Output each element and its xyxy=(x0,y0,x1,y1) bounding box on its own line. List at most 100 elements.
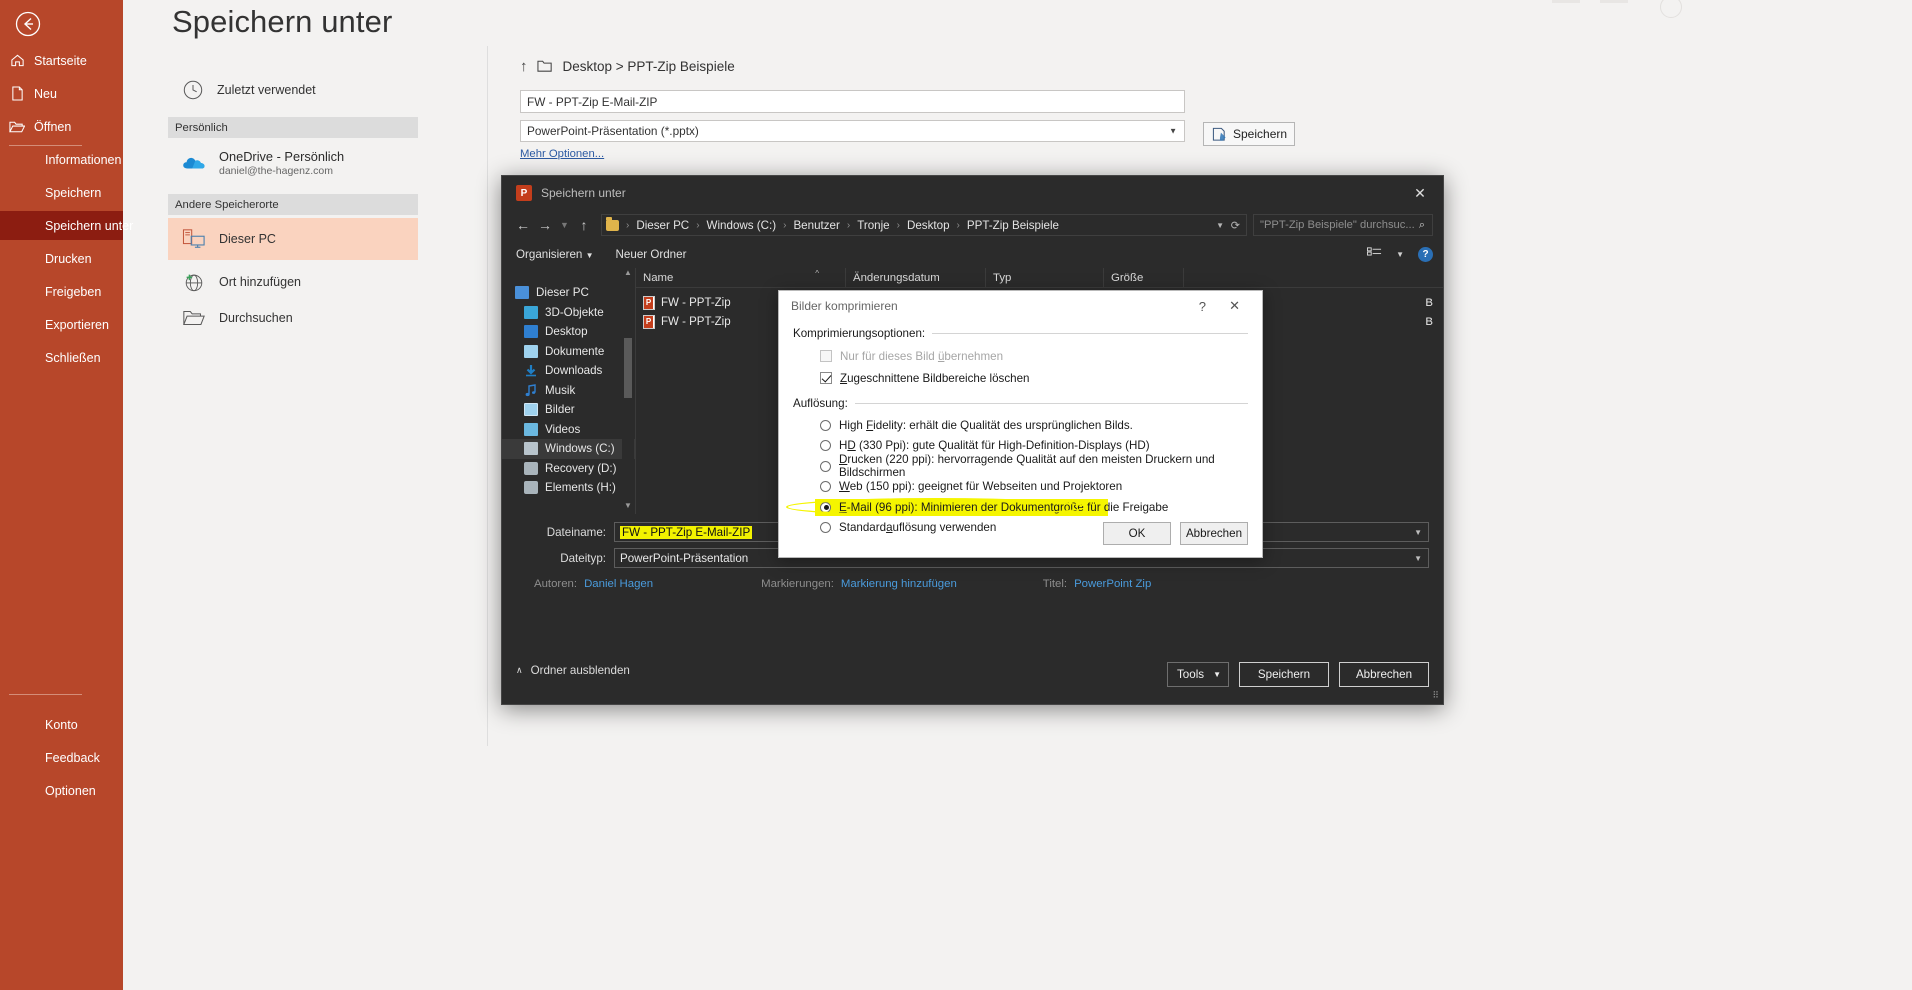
sidebar-item-schliessen[interactable]: Schließen xyxy=(0,343,123,372)
checkbox-icon[interactable] xyxy=(820,350,832,362)
up-nav-icon[interactable]: ↑ xyxy=(573,217,595,233)
computer-icon xyxy=(515,286,529,300)
tree-item-windows-c[interactable]: Windows (C:) xyxy=(502,439,635,459)
more-options-link[interactable]: Mehr Optionen... xyxy=(520,148,604,160)
sidebar-item-speichern-unter[interactable]: Speichern unter xyxy=(0,211,133,240)
tree-item-dieser-pc[interactable]: Dieser PC xyxy=(502,283,635,303)
sidebar-item-oeffnen[interactable]: Öffnen xyxy=(0,112,123,141)
sidebar-item-drucken[interactable]: Drucken xyxy=(0,244,123,273)
refresh-icon[interactable]: ⟳ xyxy=(1231,219,1240,232)
sidebar-label: Konto xyxy=(45,717,78,732)
compress-cancel-button[interactable]: Abbrechen xyxy=(1180,522,1248,545)
radio-email-96ppi[interactable]: E-Mail (96 ppi): Minimieren der Dokument… xyxy=(779,497,1262,518)
crumb-benutzer[interactable]: Benutzer xyxy=(793,219,839,232)
filename-input[interactable]: FW - PPT-Zip E-Mail-ZIP xyxy=(520,90,1185,113)
sidebar-item-startseite[interactable]: Startseite xyxy=(0,46,123,75)
column-label: Änderungsdatum xyxy=(853,271,940,284)
radio-icon[interactable] xyxy=(820,501,831,513)
tree-item-3d-objekte[interactable]: 3D-Objekte xyxy=(502,303,635,323)
chevron-down-icon[interactable]: ▼ xyxy=(1414,554,1422,563)
breadcrumb[interactable]: ↑ Desktop > PPT-Zip Beispiele xyxy=(520,54,1200,78)
tree-item-videos[interactable]: Videos xyxy=(502,420,635,440)
chevron-up-icon: ∧ xyxy=(516,665,523,675)
place-browse[interactable]: Durchsuchen xyxy=(168,300,418,336)
title-value[interactable]: PowerPoint Zip xyxy=(1074,578,1151,590)
tree-label: Bilder xyxy=(545,403,575,417)
crumb-dieser-pc[interactable]: Dieser PC xyxy=(636,219,689,232)
forward-nav-icon[interactable]: → xyxy=(534,217,556,233)
sidebar-item-freigeben[interactable]: Freigeben xyxy=(0,277,123,306)
sidebar-label: Freigeben xyxy=(45,284,102,299)
up-arrow-icon[interactable]: ↑ xyxy=(520,58,528,75)
recent-locations-icon[interactable]: ▼ xyxy=(556,220,573,230)
close-icon[interactable]: ✕ xyxy=(1229,298,1240,314)
view-layout-icon[interactable] xyxy=(1367,246,1382,262)
tools-button[interactable]: Tools ▼ xyxy=(1167,662,1229,687)
address-bar[interactable]: › Dieser PC › Windows (C:) › Benutzer › … xyxy=(601,214,1247,236)
scrollbar-thumb[interactable] xyxy=(624,338,632,398)
column-header-type[interactable]: Typ xyxy=(986,268,1104,287)
radio-icon[interactable] xyxy=(820,522,831,534)
save-button[interactable]: Speichern xyxy=(1239,662,1329,687)
scroll-down-icon[interactable]: ▼ xyxy=(622,501,634,514)
tags-value[interactable]: Markierung hinzufügen xyxy=(841,578,957,590)
backstage-save-button[interactable]: Speichern xyxy=(1203,122,1295,146)
place-this-pc[interactable]: Dieser PC xyxy=(168,218,418,260)
tree-item-desktop[interactable]: Desktop xyxy=(502,322,635,342)
authors-value[interactable]: Daniel Hagen xyxy=(584,578,653,590)
radio-drucken-220ppi[interactable]: Drucken (220 ppi): hervorragende Qualitä… xyxy=(779,453,1262,479)
radio-icon[interactable] xyxy=(820,460,831,472)
column-header-modified[interactable]: Änderungsdatum xyxy=(846,268,986,287)
back-nav-icon[interactable]: ← xyxy=(512,217,534,233)
crumb-windows-c[interactable]: Windows (C:) xyxy=(707,219,777,232)
checkbox-delete-cropped-areas[interactable]: Zugeschnittene Bildbereiche löschen xyxy=(779,367,1262,389)
place-onedrive[interactable]: OneDrive - Persönlich daniel@the-hagenz.… xyxy=(168,141,418,185)
radio-icon[interactable] xyxy=(820,419,831,431)
sidebar-item-exportieren[interactable]: Exportieren xyxy=(0,310,123,339)
radio-icon[interactable] xyxy=(820,481,831,493)
resize-grip-icon[interactable]: ⠿ xyxy=(1432,690,1439,701)
sidebar-item-feedback[interactable]: Feedback xyxy=(0,743,123,772)
column-header-name[interactable]: Name ^ xyxy=(636,268,846,287)
radio-high-fidelity[interactable]: High Fidelity: erhält die Qualität des u… xyxy=(779,415,1262,436)
organize-button[interactable]: Organisieren ▼ xyxy=(516,248,594,261)
tree-item-downloads[interactable]: Downloads xyxy=(502,361,635,381)
close-icon[interactable]: ✕ xyxy=(1397,176,1443,210)
tree-item-dokumente[interactable]: Dokumente xyxy=(502,342,635,362)
sidebar-item-speichern[interactable]: Speichern xyxy=(0,178,123,207)
back-button[interactable] xyxy=(8,4,48,44)
crumb-desktop[interactable]: Desktop xyxy=(907,219,950,232)
new-folder-button[interactable]: Neuer Ordner xyxy=(616,248,687,261)
cancel-button[interactable]: Abbrechen xyxy=(1339,662,1429,687)
tree-item-elements-h[interactable]: Elements (H:) xyxy=(502,478,635,498)
compress-title-bar[interactable]: Bilder komprimieren ? ✕ xyxy=(779,291,1262,321)
tree-item-bilder[interactable]: Bilder xyxy=(502,400,635,420)
chevron-down-icon[interactable]: ▼ xyxy=(1216,221,1224,230)
checkbox-apply-only-this-picture[interactable]: Nur für dieses Bild übernehmen xyxy=(779,345,1262,367)
column-header-size[interactable]: Größe xyxy=(1104,268,1184,287)
sidebar-item-optionen[interactable]: Optionen xyxy=(0,776,123,805)
help-icon[interactable]: ? xyxy=(1199,299,1206,314)
sidebar-item-konto[interactable]: Konto xyxy=(0,710,123,739)
ok-button[interactable]: OK xyxy=(1103,522,1171,545)
crumb-ppt-zip-beispiele[interactable]: PPT-Zip Beispiele xyxy=(967,219,1059,232)
tree-item-musik[interactable]: Musik xyxy=(502,381,635,401)
place-recent[interactable]: Zuletzt verwendet xyxy=(168,72,418,108)
radio-web-150ppi[interactable]: Web (150 ppi): geeignet für Webseiten un… xyxy=(779,477,1262,498)
filetype-select[interactable]: PowerPoint-Präsentation (*.pptx) ▼ xyxy=(520,120,1185,142)
checkbox-icon[interactable] xyxy=(820,372,832,384)
place-add-location[interactable]: Ort hinzufügen xyxy=(168,264,418,300)
tree-scrollbar[interactable]: ▲ ▼ xyxy=(622,268,634,514)
chevron-down-icon[interactable]: ▼ xyxy=(1396,250,1404,259)
sidebar-item-informationen[interactable]: Informationen xyxy=(0,145,123,174)
search-input[interactable]: "PPT-Zip Beispiele" durchsuc... ⌕ xyxy=(1253,214,1433,236)
dialog-title-bar[interactable]: P Speichern unter ✕ xyxy=(502,176,1443,210)
sidebar-item-neu[interactable]: Neu xyxy=(0,79,123,108)
chevron-down-icon[interactable]: ▼ xyxy=(1414,528,1422,537)
help-icon[interactable]: ? xyxy=(1418,246,1433,262)
radio-icon[interactable] xyxy=(820,440,831,452)
tree-item-recovery-d[interactable]: Recovery (D:) xyxy=(502,459,635,479)
hide-folders-button[interactable]: ∧ Ordner ausblenden xyxy=(516,664,630,677)
scroll-up-icon[interactable]: ▲ xyxy=(622,268,634,281)
crumb-tronje[interactable]: Tronje xyxy=(857,219,889,232)
